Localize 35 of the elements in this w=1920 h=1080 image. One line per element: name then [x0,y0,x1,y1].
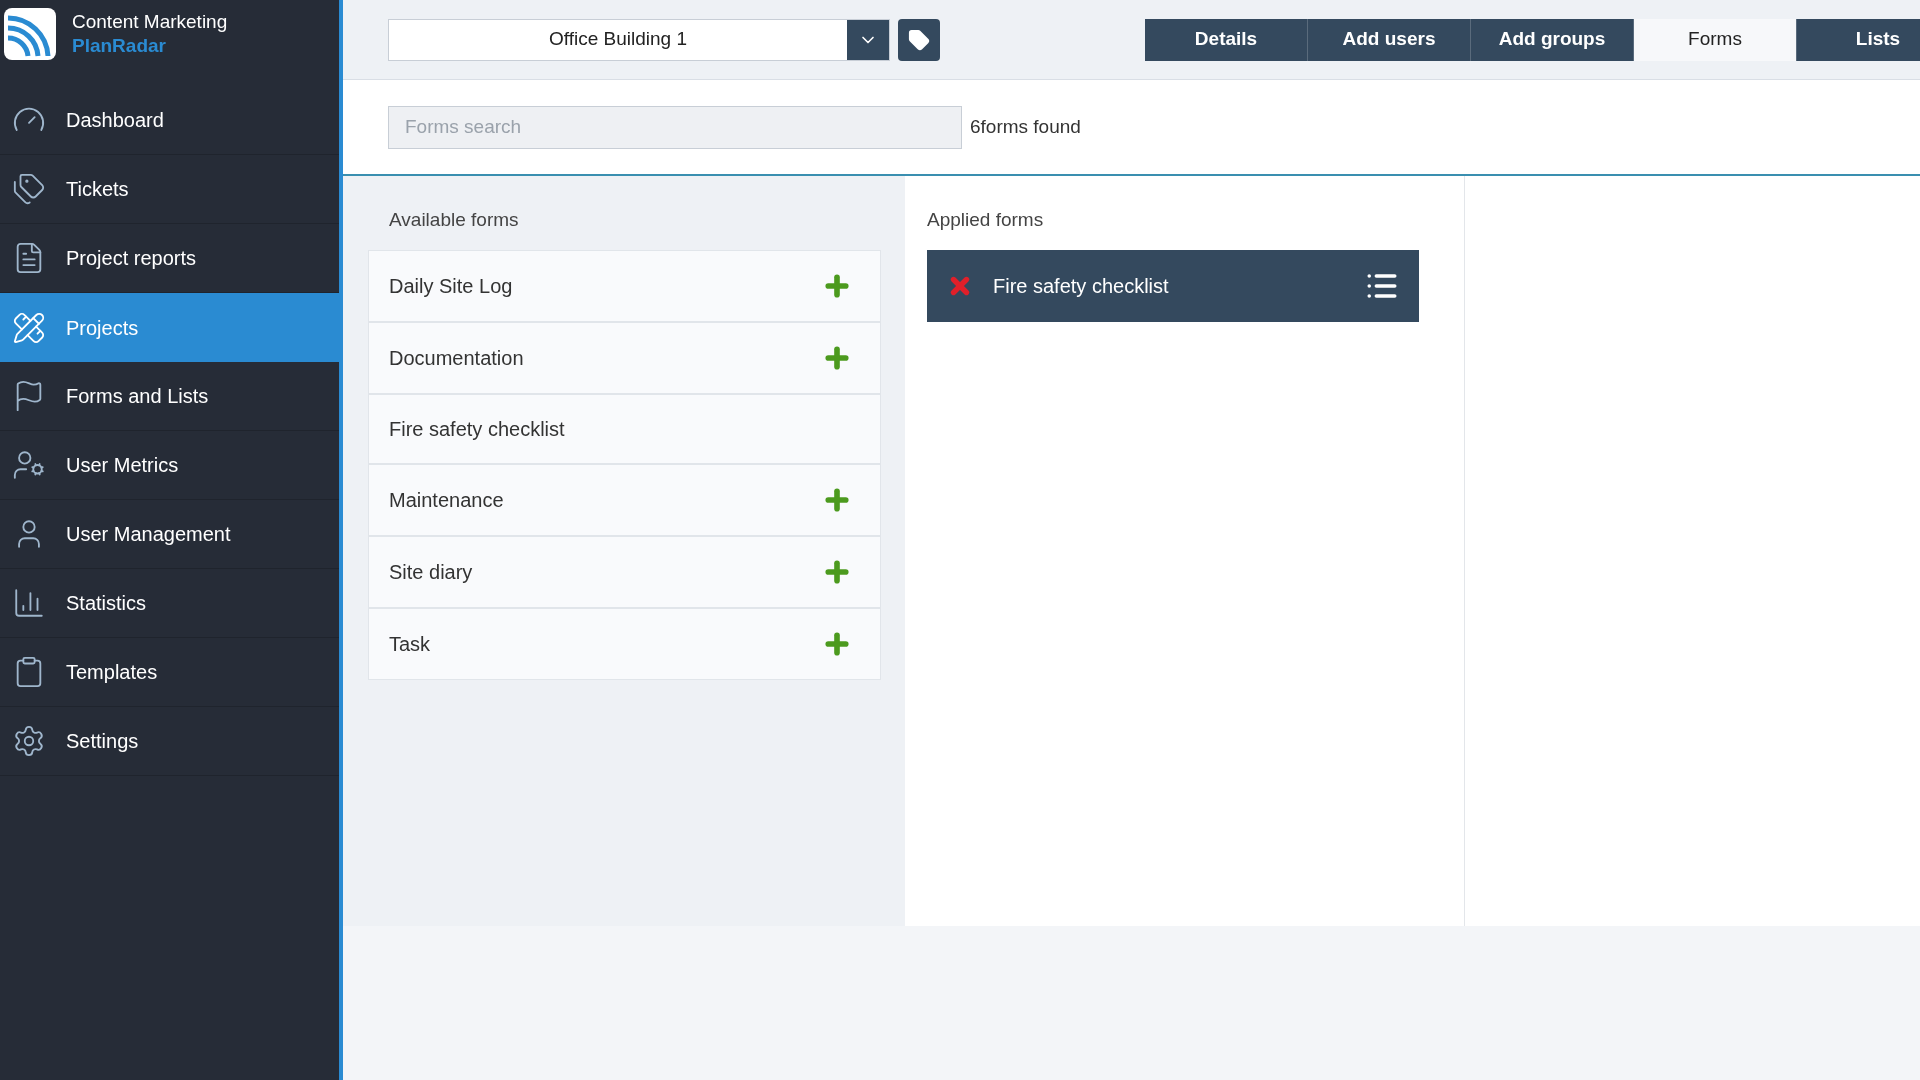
tab[interactable]: Details [1145,18,1308,61]
form-row[interactable]: Documentation [368,321,881,394]
sidebar-item[interactable]: Statistics [0,569,339,638]
sidebar-item[interactable]: Projects [0,293,339,362]
settings-icon [12,724,46,758]
form-row[interactable]: Task [368,607,881,680]
section-title: Applied forms [927,208,1045,232]
project-dropdown[interactable]: Office Building 1 [388,18,890,61]
form-row[interactable]: Site diary [368,535,881,608]
tab[interactable]: Add users [1308,18,1471,61]
search-field[interactable]: Forms search [388,105,962,149]
sidebar-item[interactable]: Forms and Lists [0,362,339,431]
applied-form-row[interactable]: Fire safety checklist [927,249,1419,322]
sidebar-item[interactable]: Dashboard [0,86,339,155]
form-row[interactable]: Maintenance [368,463,881,536]
account-name: Content Marketing [72,10,228,34]
section-title: Available forms [388,208,520,232]
tag-button[interactable] [898,18,940,61]
bar-chart-icon [12,586,46,620]
logo-icon [4,8,56,60]
sidebar-item[interactable]: User Management [0,500,339,569]
tab[interactable]: Forms [1634,18,1797,61]
sidebar-item[interactable]: Settings [0,707,339,776]
sidebar-item[interactable]: Templates [0,638,339,707]
results-count: 6forms found [970,114,1081,139]
brand-name: PlanRadar [72,34,167,58]
form-row[interactable]: Daily Site Log [368,249,881,322]
tags-icon [12,172,46,206]
tag-icon [908,28,930,51]
tab[interactable]: Lists [1797,18,1920,61]
pencil-ruler-icon [12,310,46,345]
form-row[interactable]: Fire safety checklist [368,393,881,464]
sidebar-item[interactable]: Tickets [0,155,339,224]
sidebar-item[interactable]: User Metrics [0,431,339,500]
tab[interactable]: Add groups [1471,18,1634,61]
